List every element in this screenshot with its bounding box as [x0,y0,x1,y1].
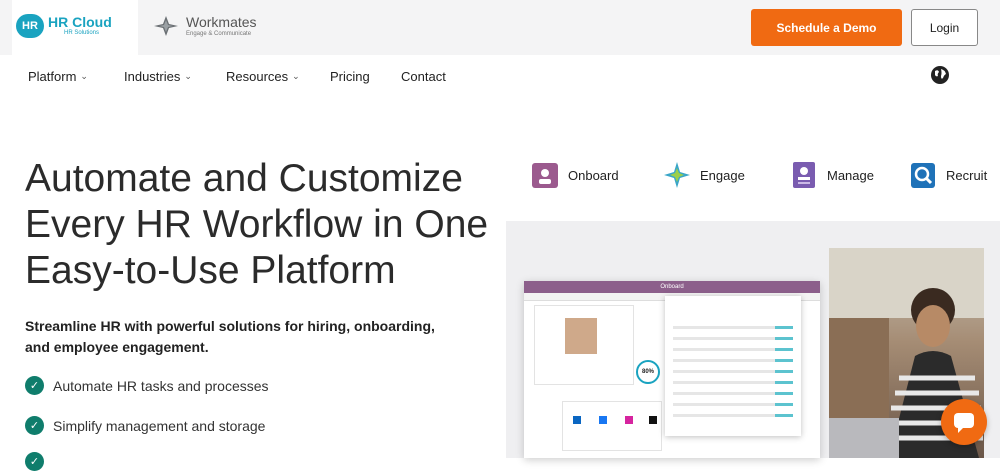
chat-icon [954,413,974,433]
hr-cloud-logo[interactable]: HR HR Cloud HR Solutions [16,14,112,38]
product-tab-label: Manage [827,167,874,183]
mockup-avatar [565,318,597,354]
mockup-social-card [562,401,662,451]
workmates-logo-icon [154,16,178,36]
nav-item-label: Contact [401,69,446,84]
workmates-logo-name: Workmates [186,13,257,30]
product-tab-recruit[interactable]: Recruit [908,160,987,190]
feature-check-item: ✓ Automate HR tasks and processes [25,376,269,395]
main-nav: Platform ⌄ Industries ⌄ Resources ⌄ Pric… [0,55,1000,99]
mockup-task-panel [665,296,801,436]
workmates-logo-tagline: Engage & Communicate [186,30,252,37]
chevron-down-icon: ⌄ [292,71,300,81]
hero-subtitle: Streamline HR with powerful solutions fo… [25,318,435,355]
hr-cloud-logo-name: HR Cloud [48,14,112,30]
engage-icon [664,162,690,188]
nav-item-label: Industries [124,69,181,84]
nav-item-pricing[interactable]: Pricing [330,69,370,84]
hr-cloud-logo-mark: HR [16,14,44,38]
feature-check-label: Automate HR tasks and processes [53,377,269,394]
hr-cloud-logo-tagline: HR Solutions [64,30,100,36]
x-icon [649,416,657,424]
product-tab-onboard[interactable]: Onboard [530,160,619,190]
check-icon: ✓ [25,416,44,435]
product-tab-label: Engage [700,167,745,183]
product-tab-manage[interactable]: Manage [789,160,874,190]
top-bar: HR HR Cloud HR Solutions Workmates Engag… [0,0,1000,55]
workmates-logo[interactable]: Workmates Engage & Communicate [152,14,257,38]
feature-check-item: ✓ Simplify management and storage [25,416,265,435]
facebook-icon [599,416,607,424]
chevron-down-icon: ⌄ [184,71,192,81]
nav-item-label: Platform [28,69,77,84]
nav-item-industries[interactable]: Industries ⌄ [124,69,192,84]
recruit-icon [911,163,935,188]
linkedin-icon [573,416,581,424]
manage-icon [793,162,815,188]
feature-check-label: Simplify management and storage [53,417,266,434]
nav-item-platform[interactable]: Platform ⌄ [28,69,88,84]
check-icon: ✓ [25,452,44,471]
nav-item-contact[interactable]: Contact [401,69,446,84]
onboard-icon [532,163,558,188]
product-tab-engage[interactable]: Engage [662,160,745,190]
product-tab-label: Recruit [946,167,988,183]
chevron-down-icon: ⌄ [80,71,88,81]
feature-check-item: ✓ [25,452,44,471]
hero-title: Automate and Customize Every HR Workflow… [25,157,489,292]
mockup-progress-ring: 80% [636,360,660,384]
nav-item-resources[interactable]: Resources ⌄ [226,69,300,84]
mockup-title: Onboard [524,281,820,293]
globe-icon[interactable] [930,65,950,85]
check-icon: ✓ [25,376,44,395]
schedule-demo-button[interactable]: Schedule a Demo [751,9,902,46]
product-tab-label: Onboard [568,167,619,183]
nav-item-label: Pricing [330,69,370,84]
login-button[interactable]: Login [911,9,978,46]
nav-item-label: Resources [226,69,289,84]
chat-button[interactable] [941,399,987,445]
instagram-icon [625,416,633,424]
